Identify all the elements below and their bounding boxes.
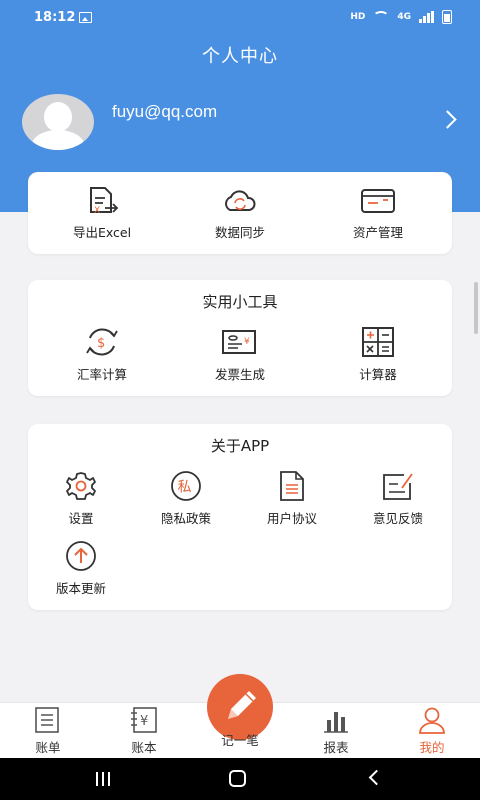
- user-icon: [419, 707, 445, 734]
- asset-management-button[interactable]: 资产管理: [328, 186, 428, 241]
- privacy-policy-label: 隐私政策: [160, 511, 211, 526]
- exchange-rate-icon: $: [86, 328, 118, 356]
- user-email[interactable]: fuyu@qq.com: [112, 102, 217, 122]
- gear-icon: [66, 472, 96, 500]
- image-notification-icon: [79, 12, 92, 23]
- hd-indicator: HD: [350, 12, 366, 22]
- export-excel-label: 导出Excel: [72, 225, 132, 240]
- data-sync-button[interactable]: 数据同步: [190, 186, 290, 241]
- update-arrow-icon: [66, 541, 96, 571]
- status-time: 18:12: [34, 10, 76, 25]
- ledger-icon: ¥: [131, 707, 157, 733]
- home-icon[interactable]: [229, 770, 246, 787]
- invoice-generate-label: 发票生成: [214, 367, 265, 382]
- settings-label: 设置: [68, 511, 94, 526]
- invoice-icon: ¥: [222, 330, 256, 354]
- invoice-generate-button[interactable]: ¥ 发票生成: [190, 326, 290, 383]
- version-update-button[interactable]: 版本更新: [31, 540, 131, 597]
- about-card: 关于APP 设置 私 隐私政策 用户协议 意见反馈 版本更新: [28, 424, 452, 610]
- cloud-sync-icon: [225, 190, 256, 211]
- export-excel-button[interactable]: X 导出Excel: [52, 186, 152, 241]
- feedback-button[interactable]: 意见反馈: [348, 470, 448, 527]
- svg-text:X: X: [94, 206, 100, 216]
- about-title: 关于APP: [210, 437, 270, 455]
- tools-card: 实用小工具 $ 汇率计算 ¥ 发票生成 计算器: [28, 280, 452, 396]
- calculator-label: 计算器: [359, 367, 397, 382]
- system-nav-bar: [0, 758, 480, 800]
- calculator-button[interactable]: 计算器: [328, 326, 428, 383]
- network-type: 4G: [397, 12, 411, 22]
- page-title: 个人中心: [202, 46, 278, 67]
- bar-chart-icon: [324, 712, 348, 733]
- data-sync-label: 数据同步: [214, 225, 265, 240]
- tab-mine-label: 我的: [419, 740, 445, 755]
- privacy-icon: 私: [171, 471, 201, 501]
- quick-actions-card: X 导出Excel 数据同步 资产管理: [28, 172, 452, 254]
- svg-text:¥: ¥: [244, 337, 250, 347]
- exchange-rate-button[interactable]: $ 汇率计算: [52, 326, 152, 383]
- user-agreement-label: 用户协议: [266, 511, 317, 526]
- back-icon[interactable]: [368, 769, 385, 786]
- calculator-icon: [362, 327, 394, 357]
- tab-report-label: 报表: [323, 740, 349, 755]
- tab-report[interactable]: 报表: [288, 703, 384, 759]
- exchange-rate-label: 汇率计算: [76, 367, 127, 382]
- user-agreement-button[interactable]: 用户协议: [242, 470, 342, 527]
- status-bar: 18:12 HD 4G: [0, 0, 480, 36]
- avatar[interactable]: [22, 94, 94, 150]
- battery-icon: [442, 10, 452, 24]
- scrollbar[interactable]: [474, 282, 478, 334]
- feedback-icon: [383, 473, 413, 500]
- bill-icon: [35, 707, 59, 733]
- wifi-icon: [373, 11, 390, 23]
- privacy-policy-button[interactable]: 私 隐私政策: [136, 470, 236, 527]
- signal-icon: [419, 11, 434, 23]
- recent-apps-icon[interactable]: [96, 772, 110, 786]
- privacy-glyph: 私: [178, 480, 192, 496]
- tab-bill[interactable]: 账单: [0, 703, 96, 759]
- version-update-label: 版本更新: [55, 581, 106, 596]
- tab-mine[interactable]: 我的: [384, 703, 480, 759]
- asset-management-label: 资产管理: [352, 225, 403, 240]
- document-icon: [280, 471, 304, 501]
- tab-ledger-label: 账本: [131, 740, 157, 755]
- feedback-label: 意见反馈: [372, 511, 423, 526]
- svg-text:$: $: [97, 336, 105, 351]
- svg-text:¥: ¥: [140, 714, 148, 729]
- settings-button[interactable]: 设置: [31, 470, 131, 527]
- tab-ledger[interactable]: ¥ 账本: [96, 703, 192, 759]
- card-asset-icon: [361, 189, 395, 213]
- tab-bill-label: 账单: [35, 740, 61, 755]
- export-excel-icon: X: [90, 187, 119, 216]
- tools-title: 实用小工具: [202, 293, 278, 311]
- add-record-label[interactable]: 记一笔: [192, 730, 288, 749]
